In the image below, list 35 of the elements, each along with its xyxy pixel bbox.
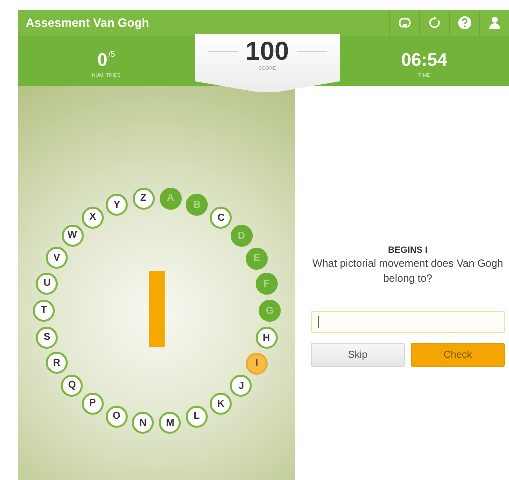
letter-circle[interactable]: V xyxy=(46,247,68,270)
answer-field[interactable] xyxy=(311,311,505,333)
letter-circle[interactable]: J xyxy=(230,375,252,398)
letter-circle[interactable]: M xyxy=(159,412,182,434)
user-icon[interactable] xyxy=(486,15,502,31)
letter-circle[interactable]: C xyxy=(210,207,232,230)
letter-circle[interactable]: U xyxy=(36,272,58,295)
text-cursor xyxy=(318,316,319,328)
letter-circle[interactable]: Q xyxy=(61,374,84,397)
score-value: 100 xyxy=(246,37,290,65)
letter-circle[interactable]: S xyxy=(36,326,58,349)
letter-circle[interactable]: Z xyxy=(132,188,155,210)
letter-circle[interactable]: T xyxy=(33,300,55,322)
letter-circle[interactable]: Y xyxy=(106,194,128,216)
letter-circle[interactable]: L xyxy=(186,406,208,428)
letter-circle[interactable]: H xyxy=(256,327,278,350)
tries-count: 0 xyxy=(98,50,108,70)
refresh-icon[interactable] xyxy=(426,15,442,31)
window-title: Assesment Van Gogh xyxy=(26,16,150,30)
skip-button[interactable]: Skip xyxy=(311,343,405,367)
letter-circle[interactable]: O xyxy=(106,406,128,428)
question-text: What pictorial movement does Van Gogh belong to? xyxy=(312,257,504,287)
display-icon[interactable] xyxy=(396,15,412,31)
letter-circle[interactable]: P xyxy=(82,392,104,415)
letter-circle[interactable]: K xyxy=(210,393,232,416)
letter-circle[interactable]: I xyxy=(246,352,268,375)
current-letter: I xyxy=(142,255,172,365)
tries-max: /5 xyxy=(108,50,116,60)
letter-circle[interactable]: R xyxy=(46,352,68,374)
time-value: 06:54 xyxy=(401,50,448,70)
letter-circle[interactable]: N xyxy=(132,412,154,434)
letter-circle[interactable]: W xyxy=(62,224,84,247)
letter-circle[interactable]: X xyxy=(82,206,104,229)
help-icon[interactable] xyxy=(456,15,472,31)
question-heading: BEGINS I xyxy=(388,245,428,255)
